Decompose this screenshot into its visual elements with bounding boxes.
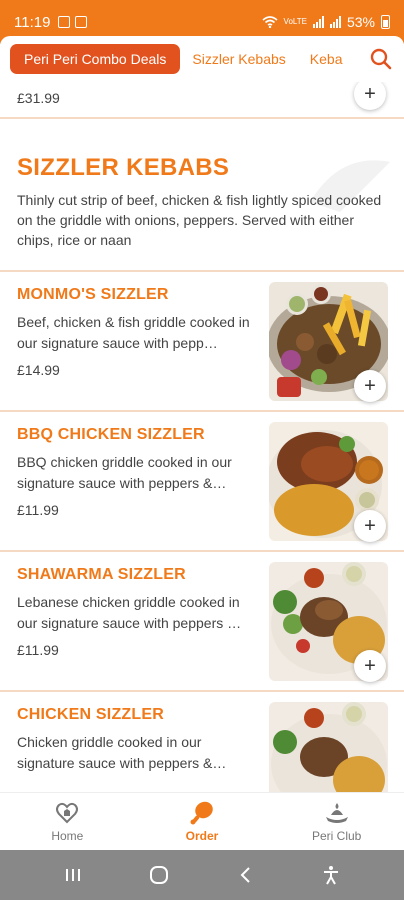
tab-kebabs[interactable]: Keba: [298, 45, 355, 73]
tab-peri-peri-combo-deals[interactable]: Peri Peri Combo Deals: [10, 44, 181, 74]
plus-icon: +: [364, 515, 376, 537]
item-description: Chicken griddle cooked in our signature …: [17, 734, 227, 771]
signal-icon: [312, 16, 324, 28]
item-name: CHICKEN SIZZLER: [17, 706, 164, 723]
plus-icon: +: [364, 375, 376, 397]
plus-icon: +: [364, 83, 376, 105]
item-name: MONMO'S SIZZLER: [17, 286, 169, 303]
item-description: BBQ chicken griddle cooked in our signat…: [17, 454, 232, 491]
system-nav-bar: [0, 850, 404, 900]
add-to-order-button[interactable]: +: [354, 650, 386, 682]
nav-home[interactable]: Home: [0, 793, 135, 850]
tab-sizzler-kebabs[interactable]: Sizzler Kebabs: [180, 45, 297, 73]
accessibility-icon: [324, 866, 338, 885]
gallery-icon: [75, 16, 88, 28]
previous-item-add-button[interactable]: +: [354, 82, 386, 110]
search-button[interactable]: [358, 36, 404, 82]
menu-item[interactable]: MONMO'S SIZZLER Beef, chicken & fish gri…: [0, 270, 404, 410]
club-icon: [325, 803, 348, 823]
accessibility-button[interactable]: [311, 855, 351, 895]
previous-item-price: £31.99: [17, 90, 60, 106]
recents-button[interactable]: [53, 855, 93, 895]
notification-icon: [58, 16, 71, 28]
home-circle-icon: [150, 866, 168, 884]
nav-order-label: Order: [185, 829, 219, 843]
menu-list[interactable]: £31.99 + SIZZLER KEBABS Thinly cut strip…: [0, 82, 404, 792]
menu-item[interactable]: SHAWARMA SIZZLER Lebanese chicken griddl…: [0, 550, 404, 690]
chicken-leg-icon: [190, 801, 213, 825]
item-image: [269, 702, 388, 792]
nav-order[interactable]: Order: [135, 793, 270, 850]
home-button[interactable]: [139, 855, 179, 895]
section-title: SIZZLER KEBABS: [17, 154, 230, 181]
menu-item[interactable]: CHICKEN SIZZLER Chicken griddle cooked i…: [0, 690, 404, 792]
wifi-icon: [262, 16, 278, 28]
add-to-order-button[interactable]: +: [354, 370, 386, 402]
category-tab-bar: Peri Peri Combo Deals Sizzler Kebabs Keb…: [0, 36, 404, 82]
item-description: Lebanese chicken griddle cooked in our s…: [17, 594, 242, 631]
home-heart-icon: [56, 802, 79, 824]
item-price: £14.99: [17, 362, 60, 378]
battery-icon: [381, 15, 390, 29]
previous-item-row: £31.99 +: [0, 82, 404, 118]
battery-percent: 53%: [346, 14, 375, 30]
item-price: £11.99: [17, 502, 59, 518]
plus-icon: +: [364, 655, 376, 677]
signal-icon-2: [329, 16, 341, 28]
item-description: Beef, chicken & fish griddle cooked in o…: [17, 314, 250, 351]
nav-peri-club[interactable]: Peri Club: [269, 793, 404, 850]
section-description: Thinly cut strip of beef, chicken & fish…: [17, 192, 382, 248]
nav-peri-club-label: Peri Club: [312, 829, 362, 843]
search-icon: [370, 48, 392, 70]
recents-icon: [66, 869, 80, 881]
back-button[interactable]: [225, 855, 265, 895]
add-to-order-button[interactable]: +: [354, 510, 386, 542]
network-label: VoLTE: [283, 17, 307, 26]
status-time: 11:19: [14, 13, 51, 31]
menu-item[interactable]: BBQ CHICKEN SIZZLER BBQ chicken griddle …: [0, 410, 404, 550]
item-name: BBQ CHICKEN SIZZLER: [17, 426, 205, 443]
bottom-nav: Home Order Peri Club: [0, 792, 404, 850]
back-icon: [240, 867, 250, 883]
nav-home-label: Home: [51, 829, 84, 843]
divider: [0, 117, 404, 119]
item-name: SHAWARMA SIZZLER: [17, 566, 186, 583]
item-price: £11.99: [17, 642, 59, 658]
